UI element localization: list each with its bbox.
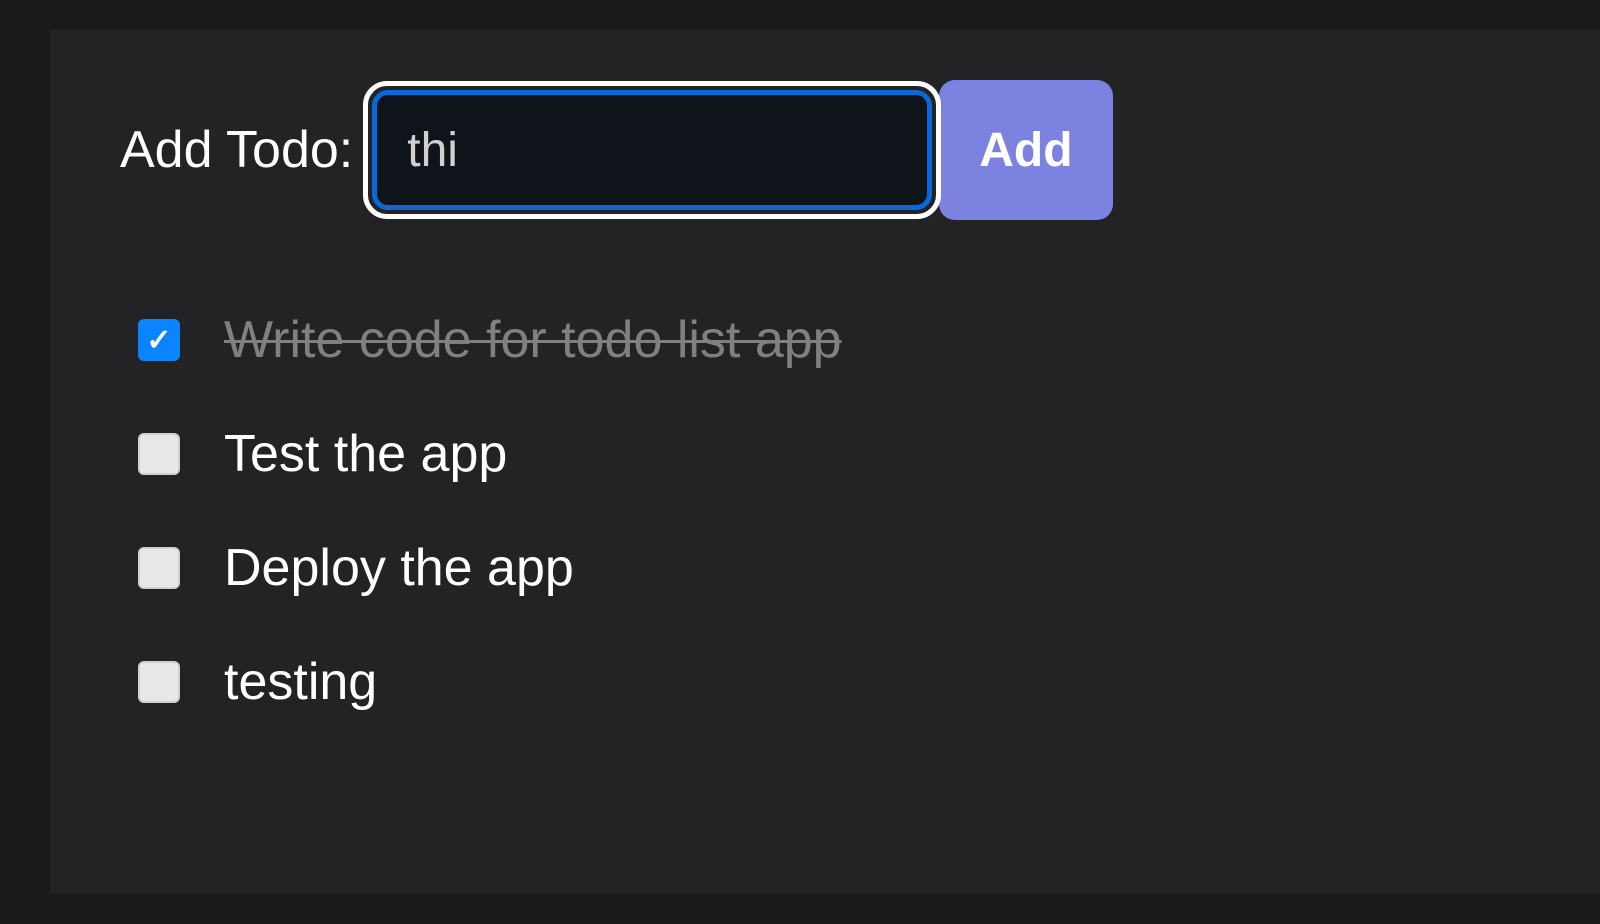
todo-checkbox[interactable]: ✓ [138,319,180,361]
todo-item: Deploy the app [138,538,1530,598]
input-focus-ring [363,81,941,219]
add-todo-row: Add Todo: Add [120,80,1530,220]
todo-item: testing [138,652,1530,712]
todo-item: Test the app [138,424,1530,484]
todo-checkbox[interactable] [138,433,180,475]
add-button[interactable]: Add [939,80,1112,220]
todo-input[interactable] [372,90,932,210]
todo-checkbox[interactable] [138,547,180,589]
todo-text: testing [224,652,377,712]
todo-list: ✓ Write code for todo list app Test the … [120,310,1530,712]
todo-text: Write code for todo list app [224,310,842,370]
todo-item: ✓ Write code for todo list app [138,310,1530,370]
checkmark-icon: ✓ [146,323,171,358]
todo-text: Deploy the app [224,538,574,598]
todo-checkbox[interactable] [138,661,180,703]
todo-text: Test the app [224,424,507,484]
add-todo-label: Add Todo: [120,120,353,180]
todo-app-container: Add Todo: Add ✓ Write code for todo list… [50,30,1600,894]
